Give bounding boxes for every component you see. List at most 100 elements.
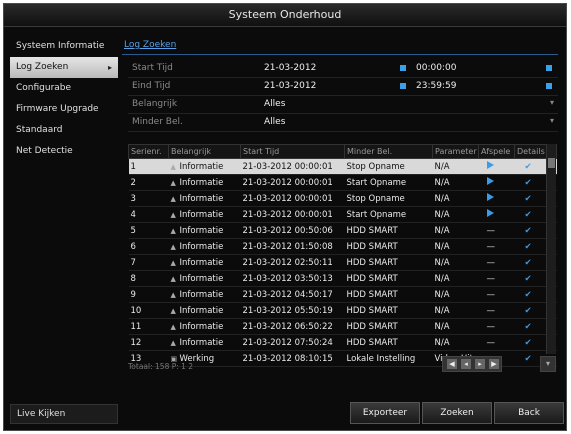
table-scrollbar[interactable] <box>546 144 556 354</box>
cell-parameter: N/A <box>432 238 479 255</box>
play-icon[interactable] <box>486 161 494 169</box>
col-playback[interactable]: Afspele <box>478 144 515 159</box>
cell-start-time: 21-03-2012 00:50:06 <box>240 222 345 239</box>
table-row[interactable]: 1 ▲ Informatie 21-03-2012 00:00:01 Stop Opna… <box>128 158 557 175</box>
table-row[interactable]: 12 ▲ Informatie 21-03-2012 07:50:24 HDD SMAR… <box>128 334 557 351</box>
play-icon[interactable] <box>486 209 494 217</box>
table-row[interactable]: 11 ▲ Informatie 21-03-2012 06:50:22 HDD SMAR… <box>128 318 557 335</box>
cell-playback[interactable]: — <box>478 222 515 239</box>
cell-parameter: N/A <box>432 206 479 223</box>
cell-major-label: Informatie <box>179 209 224 220</box>
live-view-button[interactable]: Live Kijken <box>10 404 118 424</box>
cell-major-label: Informatie <box>179 305 224 316</box>
table-row[interactable]: 8 ▲ Informatie 21-03-2012 03:50:13 HDD SMART… <box>128 270 557 287</box>
check-icon[interactable]: ✔ <box>517 290 532 300</box>
next-page-icon[interactable]: ▸ <box>475 359 485 369</box>
check-icon[interactable]: ✔ <box>517 306 532 316</box>
check-icon[interactable]: ✔ <box>517 210 532 220</box>
tab-log-search[interactable]: Log Zoeken <box>124 40 176 50</box>
check-icon[interactable]: ✔ <box>517 178 532 188</box>
check-icon[interactable]: ✔ <box>517 322 532 332</box>
calendar-icon[interactable] <box>400 65 406 71</box>
check-icon[interactable]: ✔ <box>517 194 532 204</box>
check-icon[interactable]: ✔ <box>517 226 532 236</box>
pager: ◀ ◂ ▸ ▶ <box>442 356 502 372</box>
sidebar-item-log-search[interactable]: Log Zoeken <box>10 57 118 78</box>
cell-playback[interactable]: — <box>478 254 515 271</box>
clock-icon[interactable] <box>546 83 552 89</box>
cell-playback[interactable] <box>478 206 515 223</box>
end-date-field[interactable]: 21-03-2012 <box>264 81 316 91</box>
cell-playback[interactable]: — <box>478 334 515 351</box>
cell-minor: Start Opname <box>344 174 433 191</box>
play-icon[interactable] <box>486 177 494 185</box>
col-serial[interactable]: Serienr. <box>128 144 169 159</box>
window-title: Systeem Onderhoud <box>4 4 566 27</box>
sidebar-item-configuration[interactable]: Configurabe <box>10 78 118 99</box>
first-page-icon[interactable]: ◀ <box>447 359 457 369</box>
cell-playback[interactable]: — <box>478 238 515 255</box>
tab-bar: Log Zoeken <box>122 40 558 55</box>
cell-playback[interactable] <box>478 174 515 191</box>
back-button[interactable]: Back <box>494 402 564 424</box>
table-row[interactable]: 3 ▲ Informatie 21-03-2012 00:00:01 Stop Opna… <box>128 190 557 207</box>
cell-minor: HDD SMART <box>344 254 433 271</box>
table-row[interactable]: 9 ▲ Informatie 21-03-2012 04:50:17 HDD SMART… <box>128 286 557 303</box>
major-type-select[interactable]: Alles <box>264 99 285 109</box>
check-icon[interactable]: ✔ <box>517 274 532 284</box>
table-row[interactable]: 7 ▲ Informatie 21-03-2012 02:50:11 HDD SMART… <box>128 254 557 271</box>
play-icon[interactable] <box>486 193 494 201</box>
cell-playback[interactable]: — <box>478 270 515 287</box>
table-row[interactable]: 6 ▲ Informatie 21-03-2012 01:50:08 HDD SMART… <box>128 238 557 255</box>
cell-start-time: 21-03-2012 05:50:19 <box>240 302 345 319</box>
cell-serial: 2 <box>128 174 169 191</box>
check-icon[interactable]: ✔ <box>517 258 532 268</box>
col-parameter[interactable]: Parameter <box>432 144 479 159</box>
table-row[interactable]: 5 ▲ Informatie 21-03-2012 00:50:06 HDD SMART… <box>128 222 557 239</box>
end-time-field[interactable]: 23:59:59 <box>416 81 456 91</box>
table-row[interactable]: 2 ▲ Informatie 21-03-2012 00:00:01 Start Opn… <box>128 174 557 191</box>
scrollbar-thumb[interactable] <box>548 158 555 168</box>
export-button[interactable]: Exporteer <box>350 402 420 424</box>
info-icon: ▲ <box>170 194 176 203</box>
chevron-down-icon[interactable]: ▾ <box>550 98 554 107</box>
sidebar-item-system-info[interactable]: Systeem Informatie <box>10 36 118 57</box>
check-icon[interactable]: ✔ <box>517 162 532 172</box>
info-icon: ▲ <box>170 162 176 171</box>
chevron-down-icon[interactable]: ▾ <box>550 116 554 125</box>
minor-type-select[interactable]: Alles <box>264 117 285 127</box>
table-row[interactable]: 10 ▲ Informatie 21-03-2012 05:50:19 HDD SMAR… <box>128 302 557 319</box>
table-row[interactable]: 4 ▲ Informatie 21-03-2012 00:00:01 Start Opn… <box>128 206 557 223</box>
sidebar-item-net-detection[interactable]: Net Detectie <box>10 141 118 162</box>
cell-playback[interactable] <box>478 158 515 175</box>
start-date-field[interactable]: 21-03-2012 <box>264 63 316 73</box>
page-select-icon[interactable]: ▾ <box>540 356 556 372</box>
clock-icon[interactable] <box>546 65 552 71</box>
cell-playback[interactable] <box>478 190 515 207</box>
cell-serial: 1 <box>128 158 169 175</box>
prev-page-icon[interactable]: ◂ <box>461 359 471 369</box>
cell-start-time: 21-03-2012 04:50:17 <box>240 286 345 303</box>
cell-minor: HDD SMART <box>344 222 433 239</box>
cell-serial: 10 <box>128 302 169 319</box>
search-form: Start Tijd 21-03-2012 00:00:00 Eind Tijd… <box>128 60 558 132</box>
cell-major: ▲ Informatie <box>168 302 241 319</box>
last-page-icon[interactable]: ▶ <box>489 359 499 369</box>
check-icon[interactable]: ✔ <box>517 338 532 348</box>
cell-major-label: Informatie <box>179 257 224 268</box>
search-button[interactable]: Zoeken <box>422 402 492 424</box>
cell-playback[interactable]: — <box>478 302 515 319</box>
sidebar-item-default[interactable]: Standaard <box>10 120 118 141</box>
col-major[interactable]: Belangrijk <box>168 144 241 159</box>
calendar-icon[interactable] <box>400 83 406 89</box>
col-minor[interactable]: Minder Bel. <box>344 144 433 159</box>
cell-playback[interactable]: — <box>478 286 515 303</box>
cell-minor: HDD SMART <box>344 286 433 303</box>
cell-playback[interactable]: — <box>478 318 515 335</box>
check-icon[interactable]: ✔ <box>517 242 532 252</box>
info-icon: ▲ <box>170 322 176 331</box>
start-time-field[interactable]: 00:00:00 <box>416 63 456 73</box>
sidebar-item-firmware-upgrade[interactable]: Firmware Upgrade <box>10 99 118 120</box>
col-start-time[interactable]: Start Tijd <box>240 144 345 159</box>
cell-major-label: Informatie <box>179 193 224 204</box>
